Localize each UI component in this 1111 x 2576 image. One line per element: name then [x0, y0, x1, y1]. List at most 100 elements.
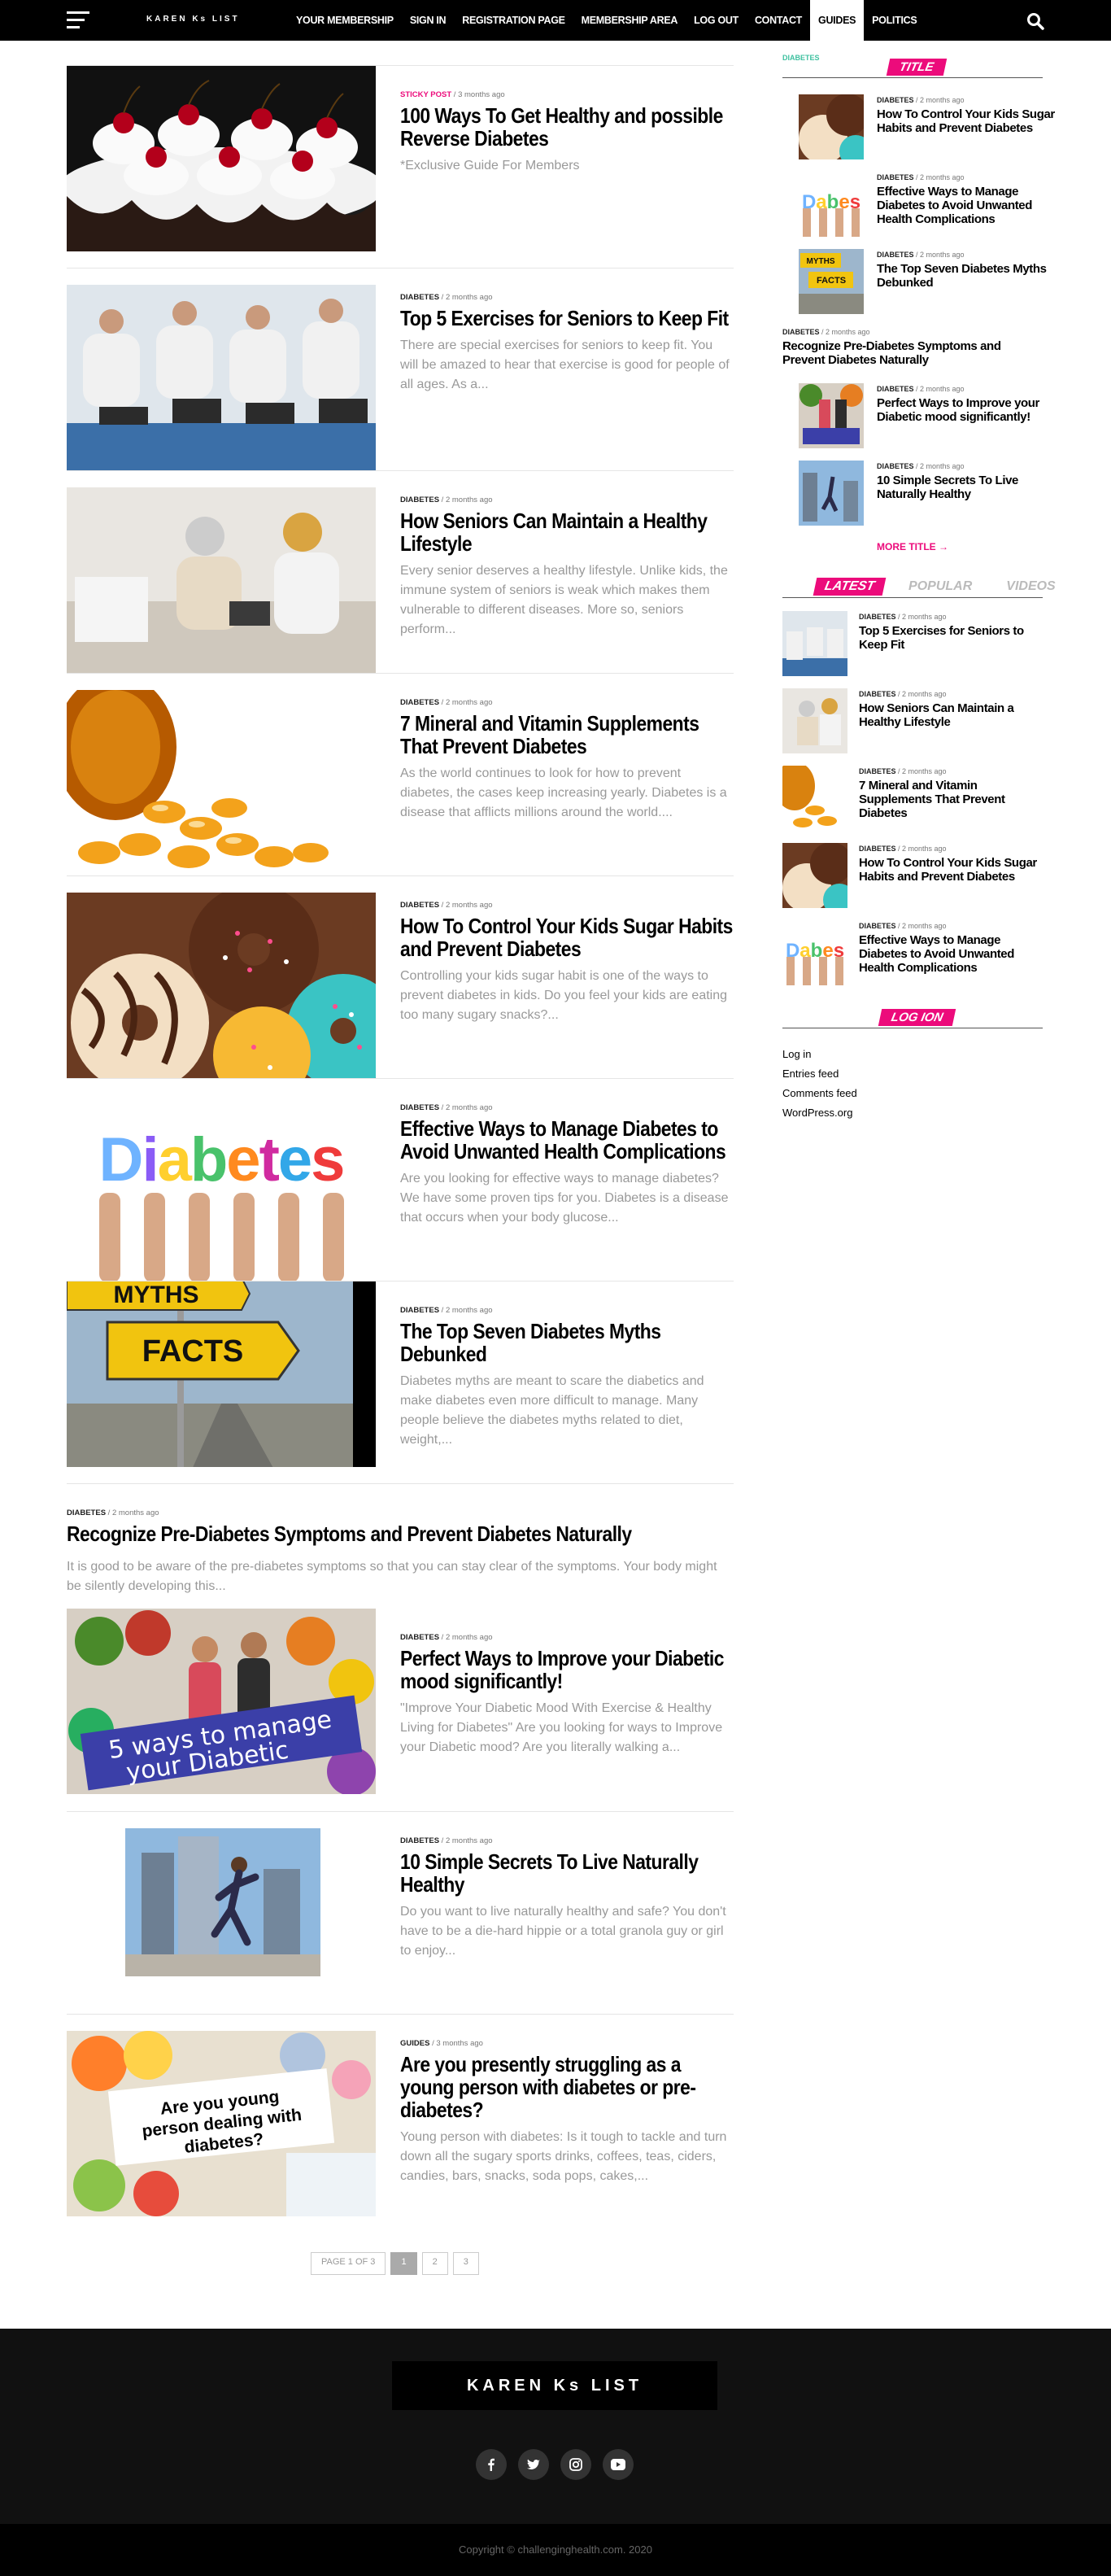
page-button-2[interactable]: 2	[421, 2252, 448, 2275]
tab-latest[interactable]: LATEST	[813, 577, 887, 596]
latest-post-category[interactable]: DIABETES	[859, 613, 896, 621]
post-category[interactable]: STICKY POST	[400, 90, 451, 99]
post-thumbnail-donuts[interactable]	[67, 893, 376, 1078]
footer-logo[interactable]: KAREN Ks LIST	[392, 2361, 717, 2410]
sidebar-post[interactable]: DIABETES / 2 months ago 10 Simple Secrets…	[799, 461, 1043, 538]
sidebar-post-title[interactable]: How To Control Your Kids Sugar Habits an…	[877, 107, 1059, 135]
post-category[interactable]: DIABETES	[400, 1103, 439, 1112]
sidebar-thumbnail[interactable]: Dabes	[799, 172, 864, 237]
sidebar-post[interactable]: DIABETES / 2 months ago Perfect Ways to I…	[799, 383, 1043, 461]
latest-thumbnail[interactable]: Dabes	[782, 920, 847, 985]
post-thumbnail-young-person[interactable]: Are you young person dealing with diabet…	[67, 2031, 376, 2216]
post-thumbnail-supplements[interactable]	[67, 690, 376, 875]
post-thumbnail-live-healthy[interactable]	[125, 1828, 320, 1976]
post-category[interactable]: GUIDES	[400, 2039, 429, 2048]
wordpress-link[interactable]: WordPress.org	[782, 1103, 1043, 1123]
sidebar-post-title[interactable]: Recognize Pre-Diabetes Symptoms and Prev…	[782, 339, 1043, 367]
post-title[interactable]: Recognize Pre-Diabetes Symptoms and Prev…	[67, 1522, 711, 1545]
post-title[interactable]: How To Control Your Kids Sugar Habits an…	[400, 915, 733, 960]
post-title[interactable]: Are you presently struggling as a young …	[400, 2053, 733, 2121]
post-title[interactable]: Top 5 Exercises for Seniors to Keep Fit	[400, 307, 733, 330]
sidebar-post-title[interactable]: Effective Ways to Manage Diabetes to Avo…	[877, 185, 1059, 226]
sidebar-thumbnail[interactable]	[799, 94, 864, 159]
sidebar-thumbnail[interactable]	[799, 383, 864, 448]
login-link[interactable]: Log in	[782, 1045, 1043, 1064]
latest-post[interactable]: Dabes DIABETES / 2 months ago Effective W…	[782, 920, 1043, 998]
instagram-icon[interactable]	[560, 2449, 591, 2480]
latest-post-category[interactable]: DIABETES	[859, 767, 896, 775]
sidebar-post-category[interactable]: DIABETES	[782, 328, 820, 336]
latest-thumbnail[interactable]	[782, 766, 847, 831]
twitter-icon[interactable]	[518, 2449, 549, 2480]
sidebar-post[interactable]: MYTHS FACTS DIABETES / 2 months ago The To…	[799, 249, 1047, 326]
latest-post[interactable]: DIABETES / 2 months ago 7 Mineral and Vit…	[782, 766, 1043, 843]
post-category[interactable]: DIABETES	[400, 293, 439, 302]
latest-post[interactable]: DIABETES / 2 months ago How To Control Yo…	[782, 843, 1043, 920]
tab-videos[interactable]: VIDEOS	[996, 578, 1065, 596]
post-category[interactable]: DIABETES	[400, 698, 439, 707]
latest-post[interactable]: DIABETES / 2 months ago How Seniors Can M…	[782, 688, 1043, 766]
post-title[interactable]: The Top Seven Diabetes Myths Debunked	[400, 1320, 733, 1365]
latest-thumbnail[interactable]	[782, 611, 847, 676]
sidebar-post-title[interactable]: Perfect Ways to Improve your Diabetic mo…	[877, 396, 1059, 424]
latest-post-title[interactable]: Top 5 Exercises for Seniors to Keep Fit	[859, 624, 1043, 652]
nav-item-guides[interactable]: GUIDES	[810, 0, 865, 41]
post-thumbnail-seniors-lifestyle[interactable]	[67, 487, 376, 673]
nav-item-log-out[interactable]: LOG OUT	[686, 0, 747, 41]
latest-post-category[interactable]: DIABETES	[859, 690, 896, 698]
nav-item-membership-area[interactable]: MEMBERSHIP AREA	[573, 0, 686, 41]
post-thumbnail-cake[interactable]	[67, 66, 376, 251]
post-category[interactable]: DIABETES	[400, 1836, 439, 1845]
youtube-icon[interactable]	[603, 2449, 634, 2480]
post-category[interactable]: DIABETES	[400, 1633, 439, 1642]
post-title[interactable]: Perfect Ways to Improve your Diabetic mo…	[400, 1647, 733, 1692]
latest-post[interactable]: DIABETES / 2 months ago Top 5 Exercises f…	[782, 611, 1043, 688]
post-title[interactable]: Effective Ways to Manage Diabetes to Avo…	[400, 1117, 733, 1163]
latest-post-category[interactable]: DIABETES	[859, 922, 896, 930]
sidebar-post[interactable]: DIABETES / 2 months ago How To Control Yo…	[799, 94, 1055, 172]
post-thumbnail-diabetic-mood[interactable]: 5 ways to manage your Diabetic	[67, 1609, 376, 1794]
post-category[interactable]: DIABETES	[400, 901, 439, 910]
tab-popular[interactable]: POPULAR	[899, 578, 982, 596]
post-thumbnail-seniors-exercise[interactable]	[67, 285, 376, 470]
post-title[interactable]: 7 Mineral and Vitamin Supplements That P…	[400, 712, 733, 758]
post-title[interactable]: 10 Simple Secrets To Live Naturally Heal…	[400, 1850, 733, 1896]
post-thumbnail-diabetes-letters[interactable]: Diabetes	[67, 1095, 376, 1281]
page-button-3[interactable]: 3	[452, 2252, 479, 2275]
post-category[interactable]: DIABETES	[67, 1508, 106, 1517]
post-title[interactable]: How Seniors Can Maintain a Healthy Lifes…	[400, 509, 733, 555]
nav-item-your-membership[interactable]: YOUR MEMBERSHIP	[288, 0, 402, 41]
hamburger-icon[interactable]	[67, 11, 89, 29]
entries-feed-link[interactable]: Entries feed	[782, 1064, 1043, 1084]
sidebar-post-title[interactable]: 10 Simple Secrets To Live Naturally Heal…	[877, 474, 1059, 501]
latest-post-title[interactable]: 7 Mineral and Vitamin Supplements That P…	[859, 779, 1043, 820]
nav-item-contact[interactable]: CONTACT	[747, 0, 810, 41]
sidebar-post-category[interactable]: DIABETES	[877, 385, 914, 393]
comments-feed-link[interactable]: Comments feed	[782, 1084, 1043, 1103]
post-title[interactable]: 100 Ways To Get Healthy and possible Rev…	[400, 104, 733, 150]
sidebar-post-category[interactable]: DIABETES	[877, 173, 914, 181]
sidebar-thumbnail[interactable]: MYTHS FACTS	[799, 249, 864, 314]
sidebar-post[interactable]: Dabes DIABETES / 2 months ago Effective W…	[799, 172, 1043, 249]
search-icon[interactable]	[1026, 12, 1044, 30]
nav-item-sign-in[interactable]: SIGN IN	[402, 0, 454, 41]
facebook-icon[interactable]	[476, 2449, 507, 2480]
latest-post-title[interactable]: How To Control Your Kids Sugar Habits an…	[859, 856, 1043, 884]
sidebar-thumbnail[interactable]	[799, 461, 864, 526]
latest-post-title[interactable]: Effective Ways to Manage Diabetes to Avo…	[859, 933, 1043, 975]
sidebar-post-title[interactable]: The Top Seven Diabetes Myths Debunked	[877, 262, 1059, 290]
page-button-1[interactable]: 1	[390, 2252, 417, 2275]
latest-post-category[interactable]: DIABETES	[859, 845, 896, 853]
post-category[interactable]: DIABETES	[400, 1306, 439, 1315]
more-title-link[interactable]: MORE TITLE →	[782, 541, 1043, 552]
sidebar-post[interactable]: DIABETES / 2 months ago Recognize Pre-Dia…	[782, 326, 1043, 383]
latest-thumbnail[interactable]	[782, 688, 847, 753]
sidebar-post-category[interactable]: DIABETES	[877, 96, 914, 104]
nav-item-politics[interactable]: POLITICS	[864, 0, 925, 41]
post-thumbnail-myths-facts[interactable]: MYTHS FACTS	[67, 1281, 376, 1467]
sidebar-post-category[interactable]: DIABETES	[877, 251, 914, 259]
post-category[interactable]: DIABETES	[400, 496, 439, 504]
nav-item-registration-page[interactable]: REGISTRATION PAGE	[454, 0, 573, 41]
latest-post-title[interactable]: How Seniors Can Maintain a Healthy Lifes…	[859, 701, 1043, 729]
site-logo[interactable]: KAREN Ks LIST	[146, 15, 240, 24]
